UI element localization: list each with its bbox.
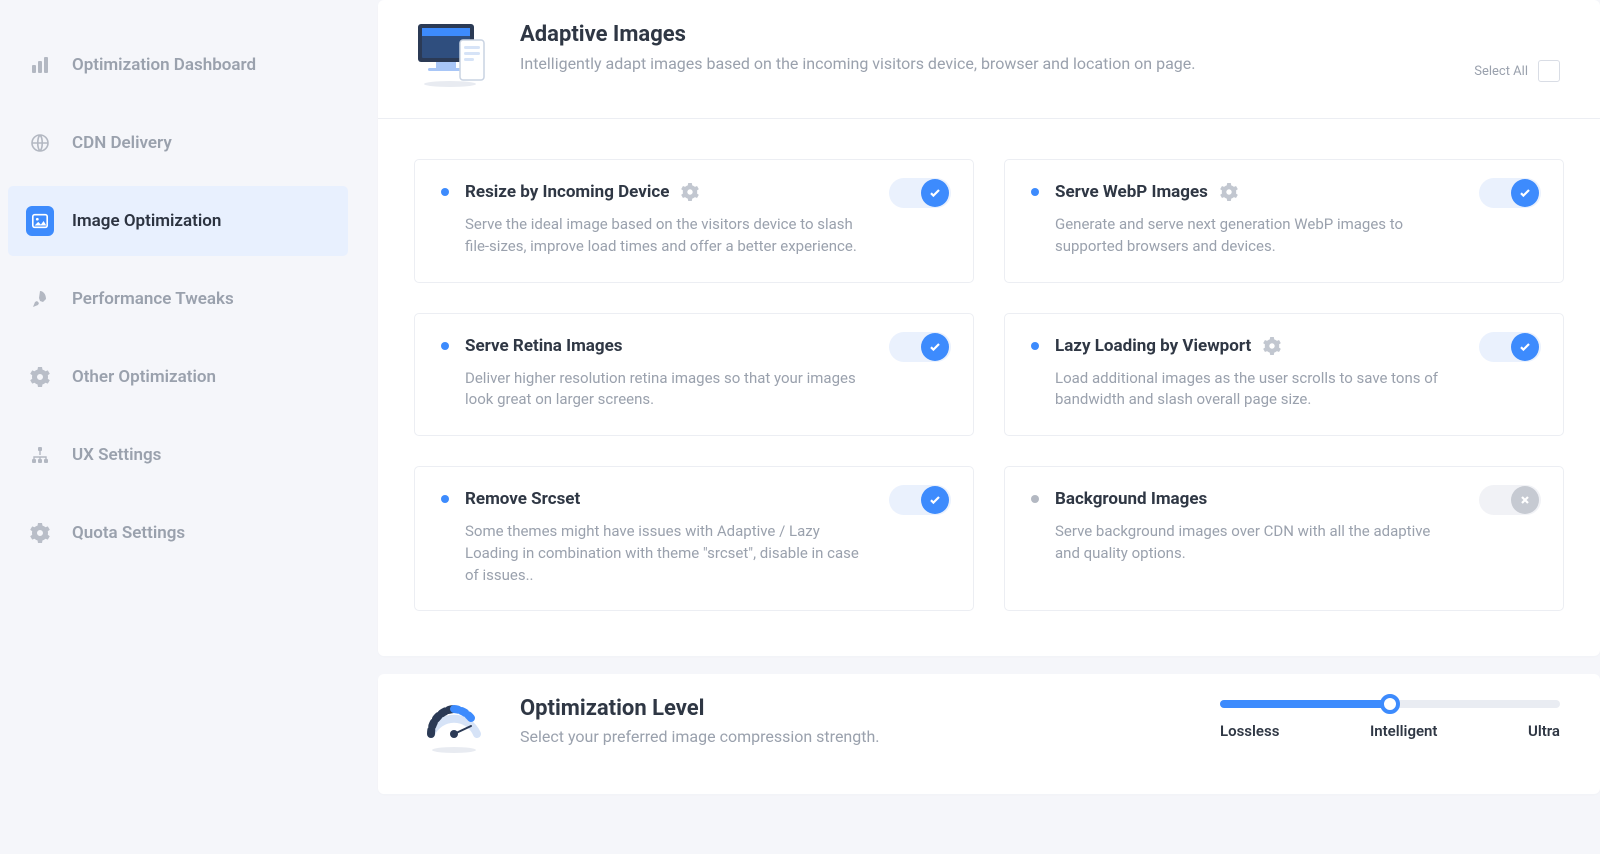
card-title: Remove Srcset [465,489,580,509]
sidebar-item-label: UX Settings [72,445,161,465]
check-icon [921,179,949,207]
status-dot-icon [441,342,449,350]
rocket-icon [26,285,54,313]
card-serve-webp: Serve WebP Images Generate and serve nex… [1004,159,1564,283]
card-settings-button[interactable] [1263,337,1281,355]
select-all-label: Select All [1474,64,1528,79]
bar-chart-icon [26,51,54,79]
sitemap-icon [26,441,54,469]
sidebar-item-label: Quota Settings [72,523,185,543]
card-resize-by-device: Resize by Incoming Device Serve the idea… [414,159,974,283]
sidebar-item-label: Other Optimization [72,367,216,387]
gauge-illustration-icon [408,696,500,756]
gear-icon [1263,337,1281,355]
status-dot-icon [1031,342,1039,350]
card-description: Some themes might have issues with Adapt… [441,521,947,586]
card-toggle[interactable] [1479,485,1541,515]
card-settings-button[interactable] [1220,183,1238,201]
card-description: Deliver higher resolution retina images … [441,368,947,412]
optimization-level-panel: Optimization Level Select your preferred… [378,674,1600,794]
card-remove-srcset: Remove Srcset Some themes might have iss… [414,466,974,611]
status-dot-icon [1031,188,1039,196]
sidebar-item-other[interactable]: Other Optimization [8,342,348,412]
slider-label-lossless: Lossless [1220,722,1279,740]
devices-illustration-icon [408,22,500,100]
section-subtitle: Intelligently adapt images based on the … [520,53,1195,75]
optimization-level-slider[interactable]: Lossless Intelligent Ultra [1220,696,1560,740]
card-description: Serve the ideal image based on the visit… [441,214,947,258]
card-title: Serve WebP Images [1055,182,1208,202]
gear-icon [26,519,54,547]
card-toggle[interactable] [889,332,951,362]
select-all: Select All [1474,60,1560,82]
card-toggle[interactable] [889,485,951,515]
slider-label-ultra: Ultra [1528,722,1560,740]
card-description: Load additional images as the user scrol… [1031,368,1537,412]
optimization-level-subtitle: Select your preferred image compression … [520,727,880,746]
check-icon [921,486,949,514]
sidebar-item-cdn[interactable]: CDN Delivery [8,108,348,178]
card-title: Background Images [1055,489,1207,509]
status-dot-icon [441,188,449,196]
card-toggle[interactable] [1479,332,1541,362]
card-background-images: Background Images Serve background image… [1004,466,1564,611]
sidebar-item-quota[interactable]: Quota Settings [8,498,348,568]
sidebar-item-label: Image Optimization [72,211,221,231]
gear-icon [1220,183,1238,201]
main-content: Adaptive Images Intelligently adapt imag… [378,0,1600,854]
check-icon [921,333,949,361]
sidebar-item-label: Performance Tweaks [72,289,234,309]
sidebar-item-label: CDN Delivery [72,133,172,153]
section-header: Adaptive Images Intelligently adapt imag… [378,0,1600,119]
check-icon [1511,333,1539,361]
card-settings-button[interactable] [681,183,699,201]
sidebar-item-image-optimization[interactable]: Image Optimization [8,186,348,256]
x-icon [1511,486,1539,514]
sidebar-item-performance[interactable]: Performance Tweaks [8,264,348,334]
card-title: Serve Retina Images [465,336,623,356]
sidebar-item-label: Optimization Dashboard [72,55,256,75]
status-dot-icon [1031,495,1039,503]
adaptive-images-panel: Adaptive Images Intelligently adapt imag… [378,0,1600,656]
status-dot-icon [441,495,449,503]
sidebar-item-ux[interactable]: UX Settings [8,420,348,490]
card-toggle[interactable] [889,178,951,208]
sidebar: Optimization Dashboard CDN Delivery Imag… [0,0,378,854]
card-title: Resize by Incoming Device [465,182,669,202]
optimization-level-title: Optimization Level [520,696,880,721]
select-all-checkbox[interactable] [1538,60,1560,82]
sidebar-item-dashboard[interactable]: Optimization Dashboard [8,30,348,100]
slider-label-intelligent: Intelligent [1370,722,1438,740]
card-description: Serve background images over CDN with al… [1031,521,1537,565]
cards-grid: Resize by Incoming Device Serve the idea… [378,119,1600,656]
card-serve-retina: Serve Retina Images Deliver higher resol… [414,313,974,437]
gear-icon [26,363,54,391]
gear-icon [681,183,699,201]
card-toggle[interactable] [1479,178,1541,208]
section-title: Adaptive Images [520,22,1195,47]
globe-icon [26,129,54,157]
card-description: Generate and serve next generation WebP … [1031,214,1537,258]
card-lazy-loading: Lazy Loading by Viewport Load additional… [1004,313,1564,437]
check-icon [1511,179,1539,207]
card-title: Lazy Loading by Viewport [1055,336,1251,356]
image-icon [26,207,54,235]
slider-thumb[interactable] [1380,694,1400,714]
